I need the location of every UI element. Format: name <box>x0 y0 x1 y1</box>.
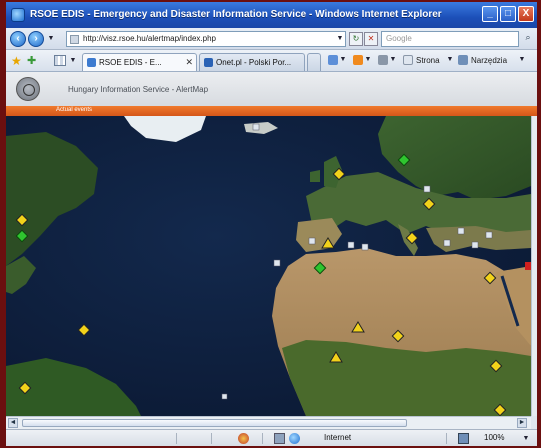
tab-label: Onet.pl - Polski Por... <box>216 58 292 67</box>
tab-page-icon <box>204 58 213 67</box>
feeds-dropdown-icon[interactable]: ▼ <box>364 56 372 64</box>
page-icon <box>70 35 79 44</box>
tab-label: RSOE EDIS - E... <box>99 58 162 67</box>
favorites-star-icon[interactable]: ★ <box>11 54 25 68</box>
map-canvas <box>6 116 531 416</box>
search-input[interactable]: Google <box>381 31 519 47</box>
ie-icon <box>11 8 25 22</box>
page-menu-bar: Actual events <box>6 106 537 116</box>
africa-sahel <box>282 340 531 416</box>
status-divider <box>176 433 177 444</box>
marker-white-square[interactable] <box>457 227 465 235</box>
zoom-level[interactable]: 100% <box>484 433 504 442</box>
home-icon[interactable] <box>328 55 338 65</box>
ireland <box>310 170 320 182</box>
tab-rsoe-edis[interactable]: RSOE EDIS - E... ✕ <box>82 53 197 71</box>
marker-white-square[interactable] <box>361 243 369 251</box>
refresh-icon[interactable]: ↻ <box>349 32 363 46</box>
status-divider <box>446 433 447 444</box>
tab-page-icon <box>87 58 96 67</box>
marker-white-square[interactable] <box>485 231 493 239</box>
tab-onet[interactable]: Onet.pl - Polski Por... <box>199 53 305 71</box>
window-title: RSOE EDIS - Emergency and Disaster Infor… <box>30 9 442 20</box>
status-divider <box>262 433 263 444</box>
scroll-left-arrow-icon[interactable]: ◄ <box>8 418 18 428</box>
restore-button[interactable]: □ <box>500 6 516 22</box>
page-menu-icon <box>403 55 413 65</box>
zone-label: Internet <box>324 433 352 442</box>
forward-arrow-icon[interactable]: › <box>28 31 44 47</box>
tabs-toolbar: ★ ✚ ▼ RSOE EDIS - E... ✕ Onet.pl - Polsk… <box>6 50 537 72</box>
close-button[interactable]: X <box>518 6 534 22</box>
scroll-right-arrow-icon[interactable]: ► <box>517 418 527 428</box>
tab-close-icon[interactable]: ✕ <box>185 57 193 68</box>
protected-mode-icon[interactable] <box>274 433 285 444</box>
marker-white-square[interactable] <box>471 241 479 249</box>
address-url: http://visz.rsoe.hu/alertmap/index.php <box>83 34 216 43</box>
minimize-button[interactable]: _ <box>482 6 498 22</box>
marker-white-square[interactable] <box>252 123 260 131</box>
tools-menu-label[interactable]: Narzędzia <box>471 56 507 65</box>
status-divider <box>211 433 212 444</box>
menu-bar-text[interactable]: Actual events <box>56 107 92 113</box>
tools-dropdown-icon[interactable]: ▼ <box>518 56 526 64</box>
marker-white-square[interactable] <box>221 393 228 400</box>
page-header: Hungary Information Service - AlertMap <box>6 72 537 106</box>
tools-icon <box>458 55 468 65</box>
page-menu-label[interactable]: Strona <box>416 56 440 65</box>
security-icon[interactable] <box>238 433 249 444</box>
new-tab-button[interactable] <box>307 53 321 71</box>
internet-zone-icon <box>289 433 300 444</box>
add-favorites-icon[interactable]: ✚ <box>27 54 41 68</box>
zoom-dropdown-icon[interactable]: ▼ <box>522 435 530 443</box>
scroll-thumb[interactable] <box>22 419 407 427</box>
marker-white-square[interactable] <box>273 259 281 267</box>
feeds-icon[interactable] <box>353 55 363 65</box>
print-dropdown-icon[interactable]: ▼ <box>389 56 397 64</box>
vertical-scrollbar[interactable] <box>531 116 537 416</box>
search-placeholder: Google <box>386 34 412 43</box>
address-input[interactable]: http://visz.rsoe.hu/alertmap/index.php <box>66 31 346 47</box>
quick-tabs-icon[interactable] <box>54 55 66 66</box>
zoom-icon[interactable] <box>458 433 469 444</box>
marker-white-square[interactable] <box>347 241 355 249</box>
marker-white-square[interactable] <box>443 239 451 247</box>
home-dropdown-icon[interactable]: ▼ <box>339 56 347 64</box>
horizontal-scrollbar[interactable]: ◄ ► <box>6 416 531 429</box>
address-dropdown-icon[interactable]: ▼ <box>336 35 344 43</box>
search-icon[interactable]: ⌕ <box>521 32 535 46</box>
site-logo <box>16 77 40 101</box>
marker-white-square[interactable] <box>423 185 431 193</box>
browser-window: RSOE EDIS - Emergency and Disaster Infor… <box>6 2 537 446</box>
tab-list-dropdown-icon[interactable]: ▼ <box>69 57 77 65</box>
back-arrow-icon[interactable]: ‹ <box>10 31 26 47</box>
marker-white-square[interactable] <box>308 237 316 245</box>
page-menu-dropdown-icon[interactable]: ▼ <box>446 56 454 64</box>
alert-map[interactable] <box>6 116 531 416</box>
page-title: Hungary Information Service - AlertMap <box>68 85 209 94</box>
stop-icon[interactable]: ✕ <box>364 32 378 46</box>
address-toolbar: ‹ › ▼ http://visz.rsoe.hu/alertmap/index… <box>6 28 537 50</box>
print-icon[interactable] <box>378 55 388 65</box>
status-bar: Internet 100% ▼ <box>6 429 537 446</box>
history-dropdown-icon[interactable]: ▼ <box>47 35 55 43</box>
title-bar: RSOE EDIS - Emergency and Disaster Infor… <box>6 2 537 28</box>
